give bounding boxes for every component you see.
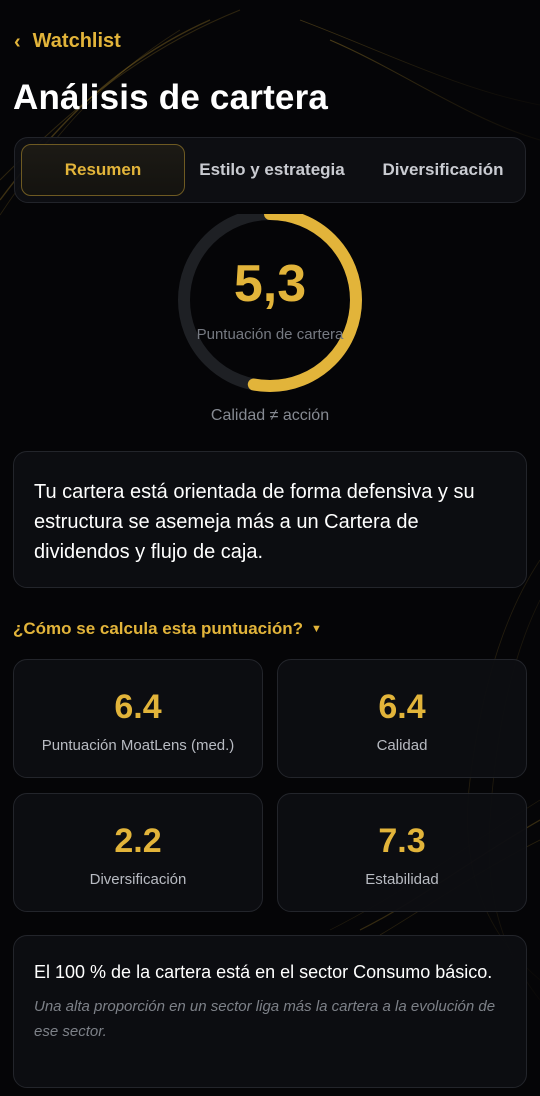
sector-concentration-card: El 100 % de la cartera está en el sector…: [13, 935, 527, 1088]
metric-value: 6.4: [378, 688, 426, 726]
caret-down-icon: ▼: [311, 623, 322, 635]
metric-card-diversificacion: 2.2 Diversificación: [13, 793, 263, 912]
summary-card: Tu cartera está orientada de forma defen…: [13, 451, 527, 588]
score-label: Puntuación de cartera: [196, 326, 344, 343]
metric-label: Diversificación: [89, 871, 187, 888]
metric-card-calidad: 6.4 Calidad: [277, 659, 527, 778]
tab-estilo-estrategia[interactable]: Estilo y estrategia: [191, 144, 353, 196]
metric-label: Calidad: [376, 737, 428, 754]
score-value: 5,3: [233, 255, 307, 313]
score-gauge: 5,3 Puntuación de cartera: [170, 214, 370, 394]
calculation-toggle-label: ¿Cómo se calcula esta puntuación?: [13, 619, 304, 638]
calculation-toggle[interactable]: ¿Cómo se calcula esta puntuación? ▼: [13, 619, 322, 639]
summary-text: Tu cartera está orientada de forma defen…: [34, 481, 475, 563]
metric-card-moatlens: 6.4 Puntuación MoatLens (med.): [13, 659, 263, 778]
tab-bar: Resumen Estilo y estrategia Diversificac…: [14, 137, 526, 203]
tab-resumen[interactable]: Resumen: [21, 144, 185, 196]
score-caption: Calidad ≠ acción: [210, 407, 330, 424]
back-label: Watchlist: [32, 30, 121, 52]
metric-label: Estabilidad: [365, 871, 439, 888]
sector-main-text: El 100 % de la cartera está en el sector…: [34, 962, 493, 982]
metric-label: Puntuación MoatLens (med.): [41, 737, 235, 754]
chevron-left-icon: ‹: [14, 30, 21, 53]
metric-value: 7.3: [378, 822, 426, 860]
sector-note-text: Una alta proporción en un sector liga má…: [34, 998, 496, 1040]
metric-value: 6.4: [114, 688, 162, 726]
page-title: Análisis de cartera: [13, 78, 329, 117]
metric-value: 2.2: [114, 822, 162, 860]
metric-card-estabilidad: 7.3 Estabilidad: [277, 793, 527, 912]
back-button[interactable]: ‹ Watchlist: [14, 30, 121, 53]
tab-diversificacion[interactable]: Diversificación: [363, 144, 523, 196]
